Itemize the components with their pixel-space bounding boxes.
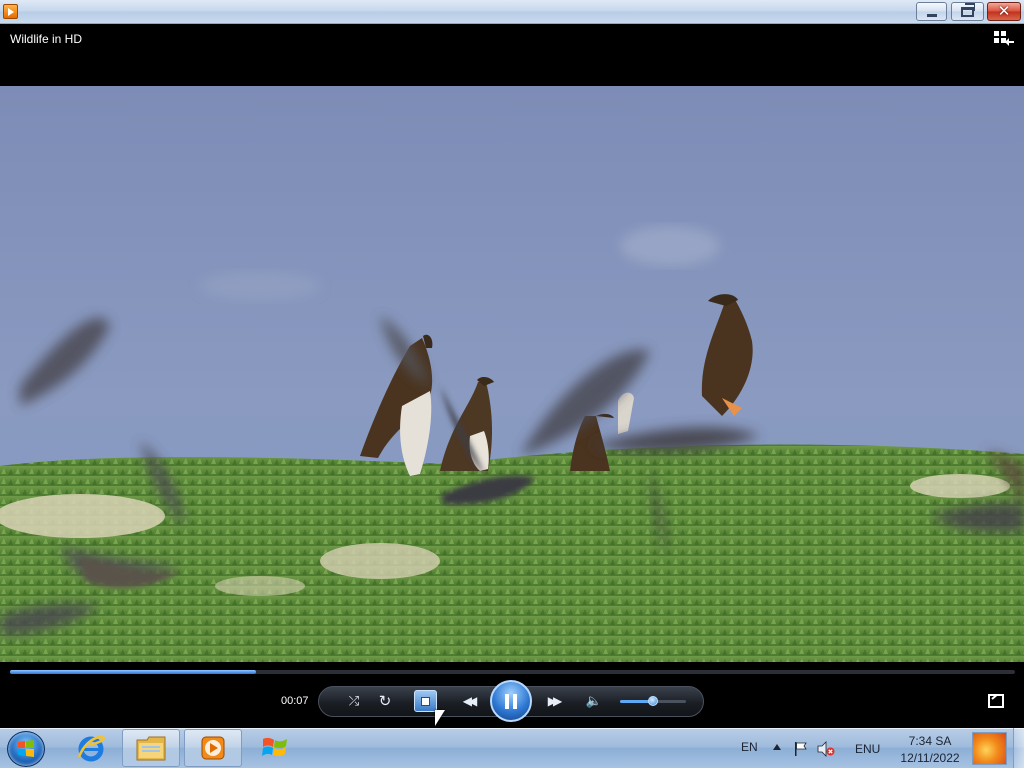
restore-icon <box>961 2 975 17</box>
previous-icon[interactable]: ◀◀ <box>455 691 481 711</box>
taskbar-windows-explorer[interactable] <box>122 729 180 767</box>
stop-button[interactable] <box>414 690 437 712</box>
volume-slider-thumb[interactable] <box>648 696 658 706</box>
mouse-cursor <box>435 710 445 726</box>
windows-logo-icon <box>262 737 287 756</box>
stop-icon <box>421 696 430 706</box>
taskbar-windows-media-player[interactable] <box>184 729 242 767</box>
show-hidden-icons-arrow[interactable] <box>773 744 781 750</box>
taskbar-internet-explorer[interactable] <box>62 729 120 767</box>
close-button[interactable]: ✕ <box>987 2 1021 21</box>
wildlife-video-scene <box>0 86 1024 662</box>
close-icon: ✕ <box>997 2 1011 20</box>
internet-explorer-icon <box>77 735 106 762</box>
window-title-bar[interactable] <box>0 0 1024 24</box>
restore-button[interactable] <box>951 2 984 21</box>
wmp-icon[interactable] <box>3 4 18 19</box>
clock-time[interactable]: 7:34 SA <box>880 734 980 748</box>
language-indicator[interactable]: EN <box>741 740 758 754</box>
repeat-icon[interactable]: ↻ <box>375 691 395 711</box>
windows-logo-icon <box>18 740 34 757</box>
start-button[interactable] <box>7 731 45 767</box>
minimize-button[interactable] <box>916 2 947 21</box>
seek-progress <box>10 670 257 674</box>
show-desktop-button[interactable] <box>1013 728 1024 768</box>
fullscreen-icon[interactable] <box>988 694 1004 708</box>
pause-icon <box>505 693 509 709</box>
now-playing-title: Wildlife in HD <box>10 32 83 46</box>
video-frame[interactable] <box>0 86 1024 662</box>
minimize-icon <box>926 13 937 17</box>
shuffle-icon[interactable]: ⤮ <box>344 691 364 711</box>
action-center-flag-icon[interactable] <box>793 741 809 757</box>
clock-date[interactable]: 12/11/2022 <box>880 751 980 765</box>
switch-to-library-icon[interactable] <box>994 31 1014 49</box>
volume-muted-icon[interactable] <box>817 741 835 757</box>
seek-bar[interactable] <box>10 670 1015 674</box>
time-elapsed: 00:07 <box>281 695 309 707</box>
keyboard-layout-indicator[interactable]: ENU <box>855 742 880 756</box>
folder-icon <box>136 736 166 761</box>
desktop-thumbnail[interactable] <box>972 732 1007 765</box>
play-pause-button[interactable] <box>490 680 532 722</box>
speaker-icon[interactable]: 🔈 <box>584 691 604 711</box>
next-icon[interactable]: ▶▶ <box>540 691 566 711</box>
taskbar-windows-logo[interactable] <box>246 729 304 767</box>
wmp-icon <box>201 736 225 760</box>
